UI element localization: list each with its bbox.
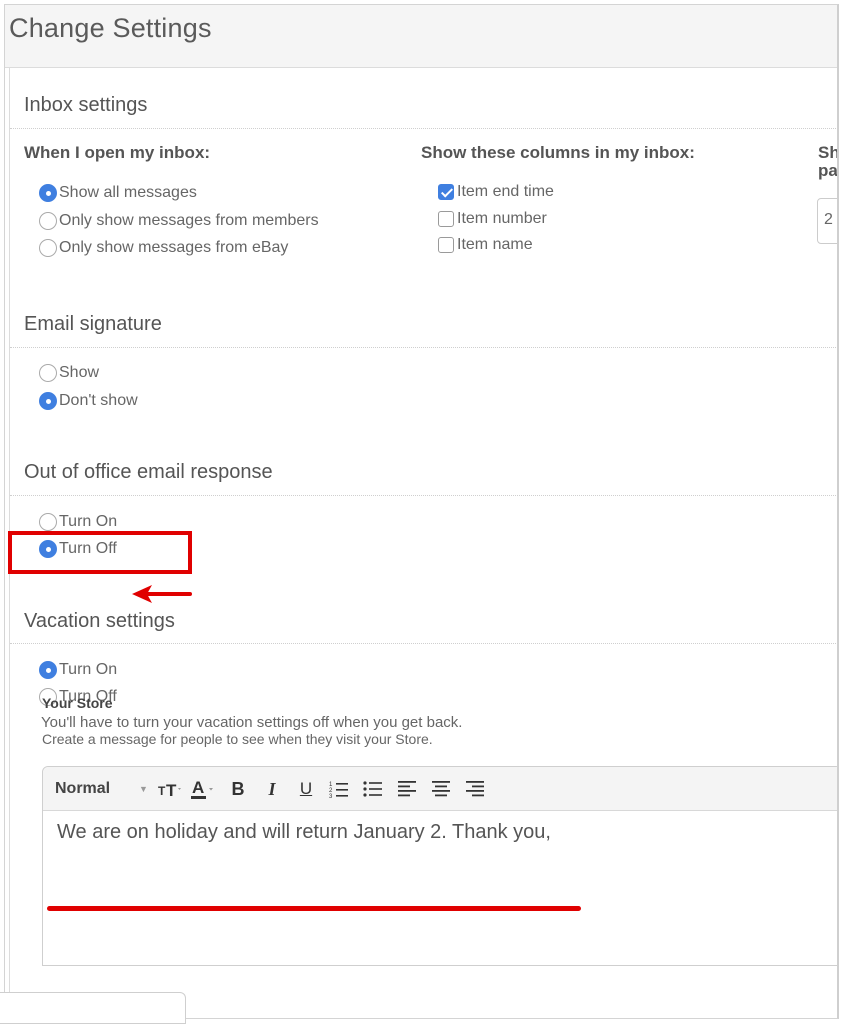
editor-content[interactable]: We are on holiday and will return Januar… xyxy=(57,821,551,844)
divider xyxy=(10,128,837,129)
open-option-members[interactable]: Only show messages from members xyxy=(39,211,319,231)
signature-option-label: Don't show xyxy=(59,392,138,409)
ooo-option-label: Turn On xyxy=(59,513,118,530)
store-heading: Your Store xyxy=(42,695,113,711)
store-message-editor[interactable]: Normal ▼ TT A B I U 123 We are on holida… xyxy=(42,766,837,966)
checkbox-checked-icon[interactable] xyxy=(438,184,454,200)
signature-option-dont-show[interactable]: Don't show xyxy=(39,391,138,411)
settings-window: Change Settings Inbox settings When I op… xyxy=(4,4,839,1019)
column-option-label: Item number xyxy=(457,210,547,227)
per-page-heading: Sh pa xyxy=(818,143,839,180)
checkbox-icon[interactable] xyxy=(438,211,454,227)
vacation-note: You'll have to turn your vacation settin… xyxy=(41,714,463,731)
radio-icon[interactable] xyxy=(39,513,57,531)
open-option-label: Only show messages from eBay xyxy=(59,239,289,256)
format-select[interactable]: Normal xyxy=(55,767,110,811)
svg-text:T: T xyxy=(158,784,166,798)
radio-selected-icon[interactable] xyxy=(39,184,57,202)
radio-icon[interactable] xyxy=(39,239,57,257)
page-title: Change Settings xyxy=(9,13,212,43)
annotation-arrow-icon xyxy=(132,585,192,603)
divider xyxy=(10,643,837,644)
highlight-box xyxy=(8,531,192,574)
open-option-all[interactable]: Show all messages xyxy=(39,183,197,203)
email-signature-title: Email signature xyxy=(24,313,162,335)
per-page-heading-line: Sh xyxy=(818,143,839,162)
align-right-icon[interactable] xyxy=(463,767,487,811)
column-option-item-number[interactable]: Item number xyxy=(438,209,547,229)
column-option-item-name[interactable]: Item name xyxy=(438,235,533,255)
italic-icon[interactable]: I xyxy=(261,767,283,811)
numbered-list-icon[interactable]: 123 xyxy=(327,767,351,811)
column-option-end-time[interactable]: Item end time xyxy=(438,182,554,202)
divider xyxy=(10,495,837,496)
per-page-heading-line: pa xyxy=(818,161,838,180)
out-of-office-title: Out of office email response xyxy=(24,461,273,483)
svg-text:3: 3 xyxy=(329,794,333,798)
store-description: Create a message for people to see when … xyxy=(42,731,433,747)
checkbox-icon[interactable] xyxy=(438,237,454,253)
underline-icon[interactable]: U xyxy=(295,767,317,811)
open-option-label: Show all messages xyxy=(59,184,197,201)
open-option-label: Only show messages from members xyxy=(59,212,319,229)
inbox-columns-heading: Show these columns in my inbox: xyxy=(421,143,695,162)
open-option-ebay[interactable]: Only show messages from eBay xyxy=(39,238,288,258)
bullet-list-icon[interactable] xyxy=(361,767,385,811)
ooo-option-turn-on[interactable]: Turn On xyxy=(39,512,117,532)
per-page-select[interactable]: 2 xyxy=(817,198,837,244)
radio-icon[interactable] xyxy=(39,212,57,230)
editor-toolbar: Normal ▼ TT A B I U 123 xyxy=(43,767,837,811)
vacation-option-label: Turn On xyxy=(59,661,118,678)
radio-selected-icon[interactable] xyxy=(39,392,57,410)
title-bar: Change Settings xyxy=(5,5,837,68)
signature-option-show[interactable]: Show xyxy=(39,363,99,383)
bottom-tab xyxy=(0,992,186,1024)
bold-icon[interactable]: B xyxy=(227,767,249,811)
vacation-option-turn-on[interactable]: Turn On xyxy=(39,660,117,680)
align-center-icon[interactable] xyxy=(429,767,453,811)
font-color-icon[interactable]: A xyxy=(189,767,217,811)
font-size-icon[interactable]: TT xyxy=(157,767,185,811)
radio-selected-icon[interactable] xyxy=(39,661,57,679)
svg-text:A: A xyxy=(192,778,204,797)
annotation-underline xyxy=(47,906,581,911)
column-option-label: Item name xyxy=(457,236,533,253)
vacation-settings-title: Vacation settings xyxy=(24,610,175,632)
radio-icon[interactable] xyxy=(39,364,57,382)
divider xyxy=(10,347,837,348)
signature-option-label: Show xyxy=(59,364,100,381)
inbox-settings-title: Inbox settings xyxy=(24,94,148,116)
column-option-label: Item end time xyxy=(457,183,554,200)
align-left-icon[interactable] xyxy=(395,767,419,811)
svg-text:T: T xyxy=(166,781,177,799)
format-caret-icon[interactable]: ▼ xyxy=(139,767,148,811)
inbox-open-heading: When I open my inbox: xyxy=(24,143,211,162)
